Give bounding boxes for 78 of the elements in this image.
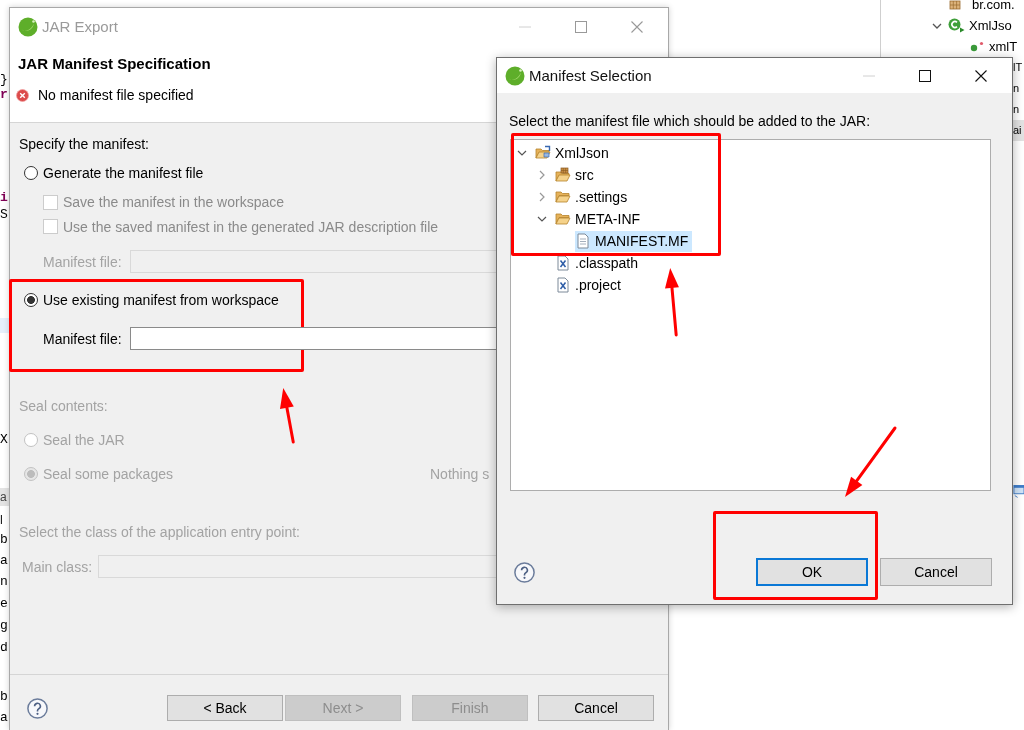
- tree-item[interactable]: .project: [555, 274, 625, 296]
- close-icon: [631, 20, 643, 33]
- x-file-icon: [555, 277, 571, 293]
- page-heading: JAR Manifest Specification: [18, 55, 211, 73]
- chevron-right-icon[interactable]: [537, 170, 547, 180]
- help-icon: [27, 697, 48, 719]
- field-icon: [970, 41, 985, 52]
- status-message: No manifest file specified: [38, 87, 194, 103]
- outline-item[interactable]: br.com.: [972, 0, 1015, 12]
- section-label: Seal contents:: [19, 397, 108, 416]
- app-icon: [18, 16, 38, 37]
- dialog-button[interactable]: < Back: [167, 695, 283, 721]
- chevron-down-icon[interactable]: [537, 214, 547, 224]
- code-text: X: [0, 432, 8, 448]
- callout-arrow: [664, 268, 679, 337]
- code-text: r: [0, 87, 8, 103]
- help-icon: [514, 561, 535, 583]
- package-icon: [949, 0, 961, 11]
- code-text: }: [0, 72, 8, 88]
- help-button[interactable]: [27, 697, 48, 719]
- dialog-button[interactable]: Cancel: [538, 695, 654, 721]
- console-text: a: [0, 553, 8, 569]
- console-text: g: [0, 618, 8, 634]
- dialog-button[interactable]: OK: [756, 558, 868, 586]
- window-title: Manifest Selection: [529, 67, 652, 84]
- view-title: l: [0, 512, 3, 528]
- outline-item[interactable]: xmlT: [989, 39, 1018, 54]
- console-text: d: [0, 640, 8, 656]
- close-icon: [975, 69, 987, 82]
- code-text: S: [0, 207, 8, 223]
- status-text: Nothing s: [430, 466, 491, 482]
- radio-button[interactable]: Use existing manifest from workspace: [19, 290, 279, 310]
- radio-icon[interactable]: [24, 166, 38, 180]
- x-file-icon: [555, 255, 571, 271]
- field-label: Manifest file:: [43, 253, 123, 270]
- tree-item[interactable]: MANIFEST.MF: [575, 230, 693, 252]
- callout-arrow: [279, 388, 295, 444]
- dialog-button[interactable]: Cancel: [880, 558, 992, 586]
- file-icon: [575, 233, 591, 249]
- outline-item[interactable]: lT: [1012, 57, 1024, 78]
- section-label: Specify the manifest:: [19, 135, 149, 154]
- prompt-text: Select the manifest file which should be added to the JAR:: [509, 112, 871, 131]
- field-label: Main class:: [22, 558, 94, 575]
- tree-item[interactable]: META-INF: [555, 208, 645, 230]
- outline-item[interactable]: n: [1012, 78, 1024, 99]
- app-icon: [505, 65, 525, 86]
- class-icon: [948, 18, 965, 33]
- maximize-icon: [575, 20, 587, 33]
- console-text: b: [0, 532, 8, 548]
- maximize-icon: [919, 69, 931, 82]
- package-folder-icon: [555, 167, 571, 183]
- section-label: Select the class of the application entry point:: [19, 523, 300, 542]
- tree-item[interactable]: .classpath: [555, 252, 643, 274]
- chevron-right-icon[interactable]: [537, 192, 547, 202]
- outline-item[interactable]: n: [1012, 99, 1024, 120]
- callout-arrow: [845, 426, 897, 497]
- field-label: Manifest file:: [43, 330, 123, 347]
- view-tab[interactable]: a: [0, 488, 9, 506]
- help-button[interactable]: [514, 561, 535, 583]
- code-text: i: [0, 190, 8, 206]
- console-text: n: [0, 574, 8, 590]
- error-icon: [16, 88, 29, 102]
- outline-item[interactable]: XmlJso: [969, 18, 1012, 33]
- window-icon[interactable]: [1013, 483, 1024, 499]
- radio-icon[interactable]: [24, 293, 38, 307]
- tree-item[interactable]: .settings: [555, 186, 632, 208]
- current-line-highlight: [0, 318, 9, 333]
- folder-icon: [555, 211, 571, 227]
- project-icon: [535, 145, 551, 161]
- console-text: e: [0, 596, 8, 612]
- window-title: JAR Export: [42, 18, 118, 35]
- tree-item[interactable]: XmlJson: [535, 142, 613, 164]
- radio-button[interactable]: Generate the manifest file: [19, 163, 204, 183]
- console-text: a: [0, 710, 8, 726]
- folder-icon: [555, 189, 571, 205]
- tree-item[interactable]: src: [555, 164, 598, 186]
- console-text: b: [0, 689, 8, 705]
- chevron-down-icon[interactable]: [517, 148, 527, 158]
